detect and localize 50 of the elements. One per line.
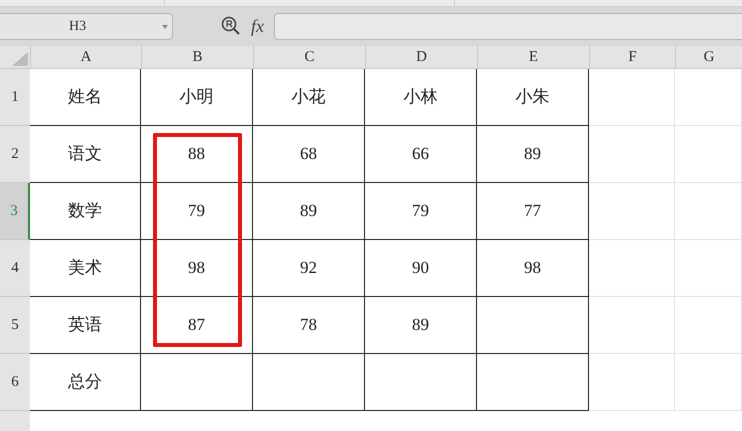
formula-field[interactable] bbox=[274, 12, 742, 40]
row-header[interactable]: 5 bbox=[0, 297, 30, 354]
table-cell: 89 bbox=[477, 126, 589, 183]
zoom-icon[interactable] bbox=[221, 16, 241, 36]
table-cell: 小朱 bbox=[477, 69, 589, 126]
table-cell: 语文 bbox=[30, 126, 141, 183]
row-header[interactable]: 4 bbox=[0, 240, 30, 297]
column-header[interactable]: G bbox=[675, 46, 742, 68]
empty-cell bbox=[675, 183, 742, 240]
table-cell: 88 bbox=[141, 126, 253, 183]
table-cell: 美术 bbox=[30, 240, 141, 297]
column-header[interactable]: F bbox=[589, 46, 675, 68]
cell-reference: H3 bbox=[69, 18, 86, 36]
column-header[interactable]: D bbox=[365, 46, 477, 68]
row-header[interactable]: 2 bbox=[0, 126, 30, 183]
name-box[interactable]: H3 bbox=[0, 12, 173, 40]
table-cell: 小林 bbox=[365, 69, 477, 126]
column-header[interactable]: B bbox=[141, 46, 253, 68]
table-cell: 姓名 bbox=[30, 69, 141, 126]
empty-cell bbox=[675, 354, 742, 411]
table-cell: 79 bbox=[141, 183, 253, 240]
table-cell: 小明 bbox=[141, 69, 253, 126]
table-cell: 小花 bbox=[253, 69, 365, 126]
table-cell: 68 bbox=[253, 126, 365, 183]
table-cell: 77 bbox=[477, 183, 589, 240]
column-header[interactable]: A bbox=[30, 46, 141, 68]
column-header[interactable]: C bbox=[253, 46, 365, 68]
table-cell: 89 bbox=[365, 297, 477, 354]
row-header[interactable]: 6 bbox=[0, 354, 30, 411]
table-cell: 数学 bbox=[30, 183, 141, 240]
table-cell: 78 bbox=[253, 297, 365, 354]
table-cell: 79 bbox=[365, 183, 477, 240]
table-cell: 98 bbox=[477, 240, 589, 297]
table-cell: 87 bbox=[141, 297, 253, 354]
row-header[interactable] bbox=[0, 411, 30, 431]
table-cell: 总分 bbox=[30, 354, 141, 411]
table-cell: 66 bbox=[365, 126, 477, 183]
table-cell: 98 bbox=[141, 240, 253, 297]
empty-cell bbox=[675, 240, 742, 297]
function-button[interactable]: fx bbox=[251, 12, 264, 40]
empty-cell bbox=[675, 297, 742, 354]
caret-icon bbox=[162, 24, 168, 29]
row-header[interactable]: 1 bbox=[0, 69, 30, 126]
select-all-icon[interactable] bbox=[12, 52, 28, 66]
column-header[interactable]: E bbox=[477, 46, 589, 68]
empty-cell bbox=[675, 126, 742, 183]
table-cell: 英语 bbox=[30, 297, 141, 354]
table-cell: 92 bbox=[253, 240, 365, 297]
table-cell: 90 bbox=[365, 240, 477, 297]
table-cell: 89 bbox=[253, 183, 365, 240]
